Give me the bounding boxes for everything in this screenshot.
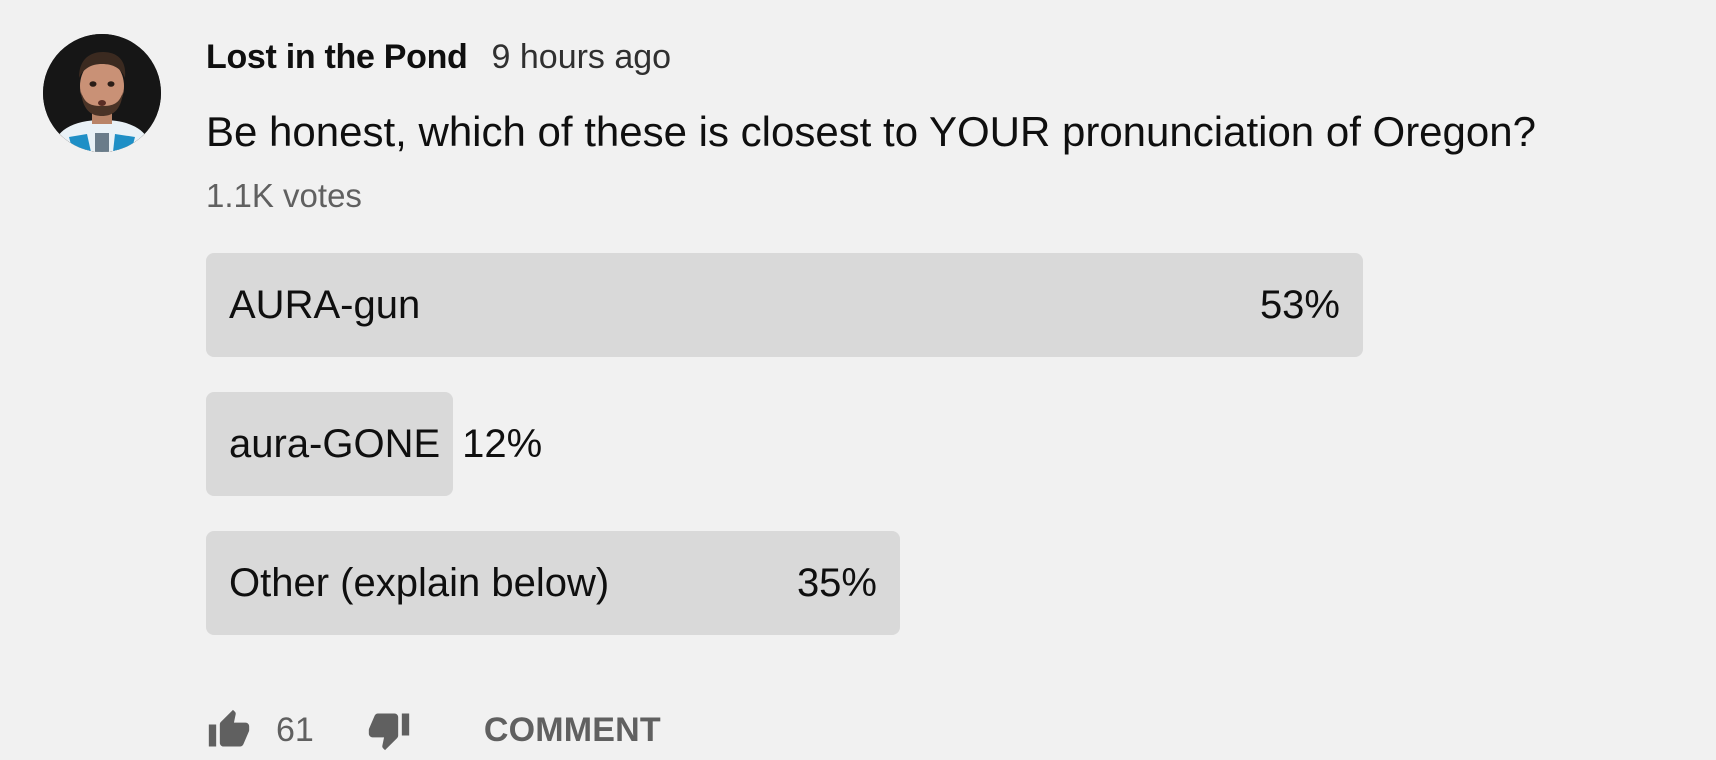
post-meta: Lost in the Pond 9 hours ago — [206, 38, 1686, 86]
post-content: Lost in the Pond 9 hours ago Be honest, … — [206, 38, 1686, 216]
poll-option-label: Other (explain below) — [229, 560, 610, 605]
post-time[interactable]: 9 hours ago — [492, 38, 672, 77]
comment-button[interactable]: COMMENT — [484, 711, 661, 750]
poll-option-row: AURA-gun — [206, 253, 420, 357]
poll-option[interactable]: aura-GONE 12% — [206, 392, 1363, 496]
channel-avatar[interactable] — [43, 34, 161, 152]
poll-option-row: Other (explain below) — [206, 531, 609, 635]
thumbs-down-icon — [368, 713, 409, 751]
poll-option[interactable]: Other (explain below) 35% — [206, 531, 1363, 635]
poll-options: AURA-gun 53% aura-GONE 12% Other (explai… — [206, 253, 1363, 670]
post-actions: 61 COMMENT — [206, 702, 661, 758]
vote-count: 1.1K votes — [206, 177, 362, 214]
like-button[interactable]: 61 — [206, 708, 314, 752]
poll-option-percent: 12% — [462, 421, 543, 466]
poll-option-row: aura-GONE 12% — [206, 392, 542, 496]
thumbs-up-icon — [208, 709, 250, 747]
poll-question: Be honest, which of these is closest to … — [206, 108, 1536, 155]
poll-option[interactable]: AURA-gun 53% — [206, 253, 1363, 357]
author-name[interactable]: Lost in the Pond — [206, 38, 468, 77]
poll-option-percent: 35% — [796, 560, 877, 605]
poll-option-percent: 53% — [1259, 282, 1340, 327]
poll-option-label: aura-GONE — [229, 421, 441, 466]
community-post: Lost in the Pond 9 hours ago Be honest, … — [0, 0, 1716, 760]
dislike-button[interactable] — [366, 708, 412, 752]
avatar-image — [43, 34, 161, 152]
poll-option-label: AURA-gun — [229, 282, 421, 327]
like-count: 61 — [276, 710, 314, 749]
